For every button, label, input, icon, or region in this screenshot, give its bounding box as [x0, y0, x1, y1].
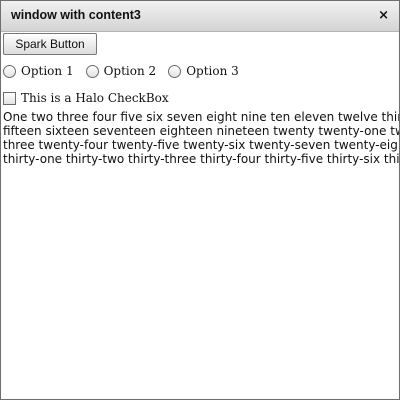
radio-circle-icon[interactable] — [168, 64, 182, 78]
spark-button[interactable]: Spark Button — [3, 33, 97, 55]
radio-label: Option 3 — [186, 64, 239, 78]
checkbox-icon[interactable] — [3, 91, 16, 105]
close-icon[interactable]: × — [378, 7, 389, 25]
radio-label: Option 1 — [21, 64, 74, 78]
window-titlebar[interactable]: window with content3 × — [1, 1, 399, 32]
window-content: Spark Button Option 1 Option 2 Option 3 … — [1, 32, 399, 399]
radio-option-3[interactable]: Option 3 — [168, 64, 239, 78]
radio-option-2[interactable]: Option 2 — [85, 64, 157, 78]
checkbox-label: This is a Halo CheckBox — [21, 91, 169, 105]
radio-option-1[interactable]: Option 1 — [3, 64, 74, 78]
halo-checkbox[interactable]: This is a Halo CheckBox — [3, 90, 169, 106]
radio-circle-icon[interactable] — [3, 64, 16, 78]
radio-label: Option 2 — [103, 64, 157, 78]
window: window with content3 × Spark Button Opti… — [0, 0, 400, 400]
window-title: window with content3 — [11, 8, 141, 22]
radio-group: Option 1 Option 2 Option 3 — [3, 63, 251, 79]
radio-circle-icon[interactable] — [85, 64, 99, 78]
text-block: One two three four five six seven eight … — [3, 110, 400, 166]
